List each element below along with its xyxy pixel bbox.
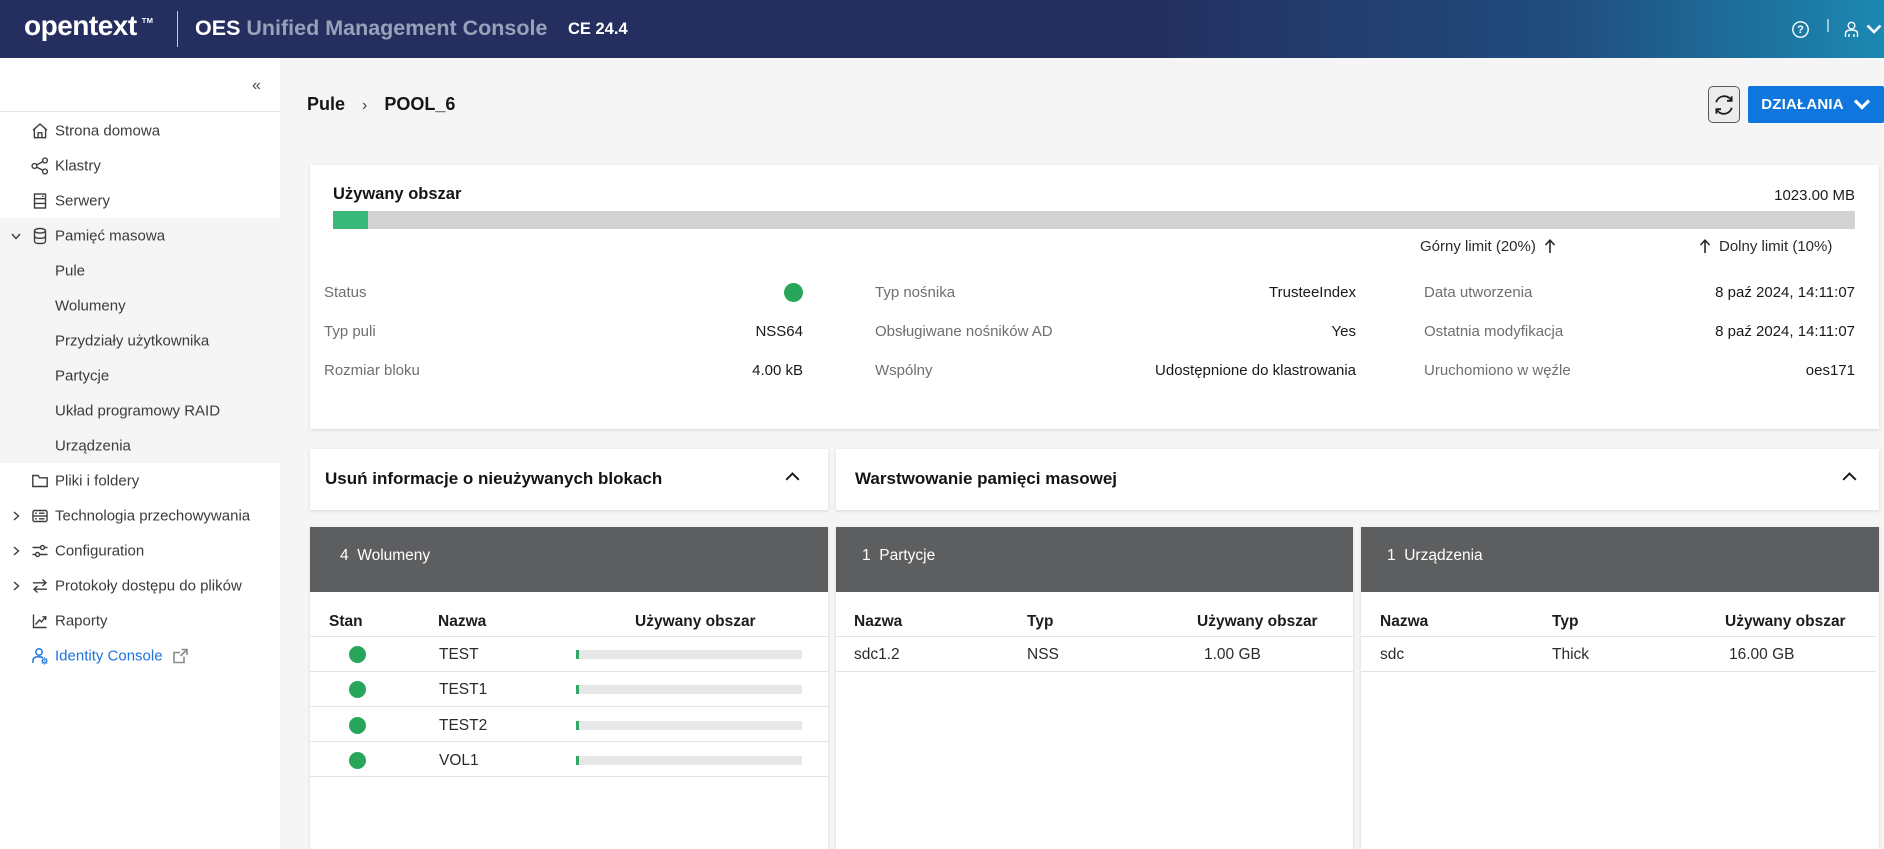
svg-text:?: ? (1797, 24, 1804, 36)
